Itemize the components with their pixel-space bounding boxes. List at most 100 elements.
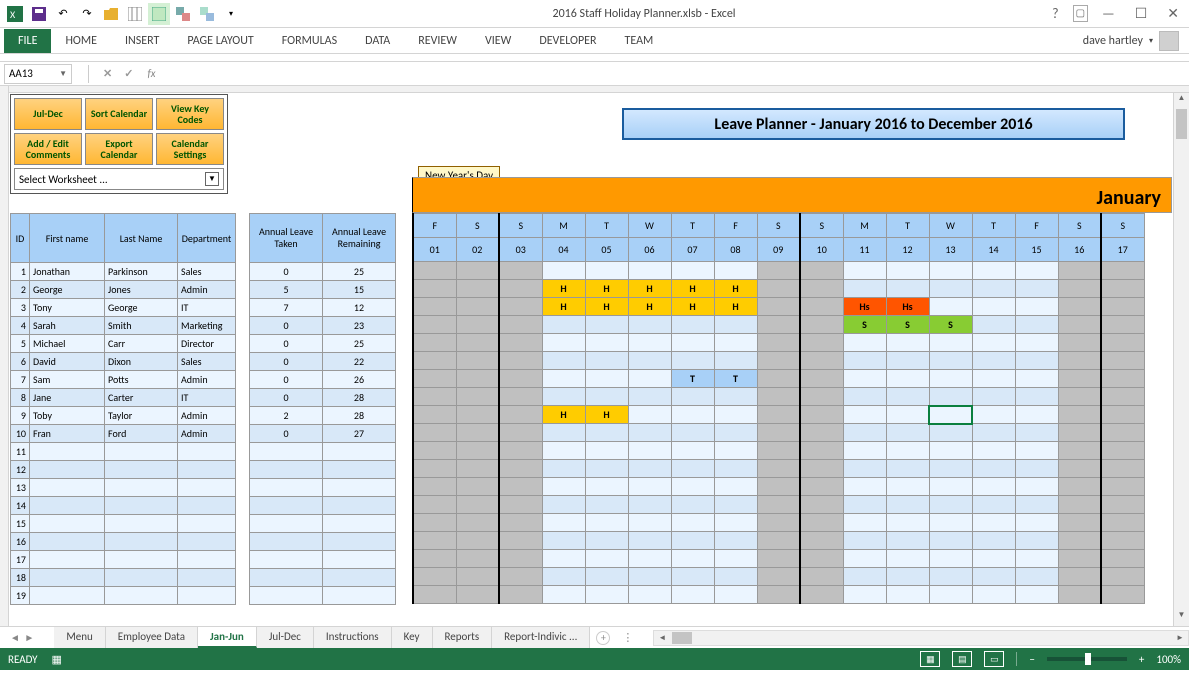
calendar-cell[interactable]	[886, 388, 929, 406]
calendar-cell[interactable]	[628, 460, 671, 478]
calendar-cell[interactable]	[456, 478, 499, 496]
table-row[interactable]: 025	[250, 335, 396, 353]
zoom-level[interactable]: 100%	[1156, 653, 1181, 666]
calendar-cell[interactable]	[929, 496, 972, 514]
calendar-cell[interactable]	[714, 334, 757, 352]
calendar-cell[interactable]	[499, 478, 542, 496]
ribbon-display-icon[interactable]: ▢	[1073, 5, 1088, 22]
calendar-cell[interactable]	[972, 442, 1015, 460]
calendar-cell[interactable]	[542, 352, 585, 370]
calendar-cell[interactable]	[413, 316, 456, 334]
calendar-cell[interactable]: S	[886, 316, 929, 334]
enter-icon[interactable]: ✓	[118, 67, 139, 80]
table-row[interactable]	[250, 587, 396, 605]
calendar-cell[interactable]	[800, 460, 843, 478]
calendar-cell[interactable]	[714, 262, 757, 280]
scroll-thumb[interactable]	[672, 632, 692, 644]
calendar-cell[interactable]	[542, 442, 585, 460]
calendar-cell[interactable]	[499, 586, 542, 604]
calendar-cell[interactable]	[714, 442, 757, 460]
calendar-cell[interactable]	[413, 586, 456, 604]
calendar-cell[interactable]	[456, 280, 499, 298]
day-header[interactable]: W	[628, 214, 671, 238]
calendar-cell[interactable]	[628, 568, 671, 586]
table-row[interactable]: 025	[250, 263, 396, 281]
zoom-slider[interactable]	[1047, 657, 1127, 661]
calendar-cell[interactable]	[714, 532, 757, 550]
calendar-cell[interactable]	[628, 496, 671, 514]
sheet-tab[interactable]: Employee Data	[106, 627, 198, 648]
calendar-cell[interactable]	[542, 334, 585, 352]
calendar-cell[interactable]	[843, 352, 886, 370]
calendar-cell[interactable]	[886, 568, 929, 586]
calendar-cell[interactable]: H	[628, 298, 671, 316]
calendar-grid[interactable]: FSSMTWTFSSMTWTFSS 0102030405060708091011…	[412, 213, 1145, 604]
undo-icon[interactable]: ↶	[52, 3, 74, 25]
calendar-cell[interactable]	[1058, 316, 1101, 334]
calendar-cell[interactable]	[886, 460, 929, 478]
calendar-cell[interactable]	[972, 406, 1015, 424]
calendar-cell[interactable]	[757, 334, 800, 352]
calendar-cell[interactable]	[1015, 586, 1058, 604]
calendar-cell[interactable]	[929, 352, 972, 370]
scroll-up-icon[interactable]: ▲	[1174, 93, 1189, 109]
calendar-cell[interactable]	[886, 280, 929, 298]
table-row[interactable]	[250, 533, 396, 551]
calendar-cell[interactable]	[1101, 460, 1144, 478]
col-leave-taken[interactable]: Annual Leave Taken	[250, 214, 323, 263]
tab-review[interactable]: REVIEW	[404, 29, 471, 53]
account-menu[interactable]: dave hartley ▾	[1083, 31, 1179, 51]
calendar-cell[interactable]	[628, 586, 671, 604]
formula-input[interactable]	[164, 64, 1189, 84]
calendar-cell[interactable]	[929, 460, 972, 478]
calendar-cell[interactable]	[456, 496, 499, 514]
table-row[interactable]: 12	[11, 461, 236, 479]
calendar-cell[interactable]	[1101, 370, 1144, 388]
table-row[interactable]: 2GeorgeJonesAdmin	[11, 281, 236, 299]
calendar-cell[interactable]	[456, 352, 499, 370]
table-row[interactable]: 228	[250, 407, 396, 425]
minimize-icon[interactable]: —	[1096, 5, 1121, 22]
table-row[interactable]	[250, 569, 396, 587]
col-id[interactable]: ID	[11, 214, 30, 263]
leave-totals-table[interactable]: Annual Leave Taken Annual Leave Remainin…	[249, 213, 396, 605]
calendar-row[interactable]: HHHHH	[413, 280, 1144, 298]
day-header[interactable]: M	[843, 214, 886, 238]
btn-add-edit-comments[interactable]: Add / Edit Comments	[14, 133, 82, 165]
calendar-cell[interactable]	[757, 478, 800, 496]
qa-icon-3[interactable]	[172, 3, 194, 25]
calendar-cell[interactable]: H	[585, 298, 628, 316]
cancel-icon[interactable]: ✕	[97, 67, 118, 80]
calendar-cell[interactable]	[499, 406, 542, 424]
table-row[interactable]: 022	[250, 353, 396, 371]
calendar-cell[interactable]	[886, 586, 929, 604]
row-headers[interactable]	[0, 86, 9, 626]
calendar-cell[interactable]	[757, 586, 800, 604]
view-page-break-icon[interactable]: ▭	[984, 651, 1004, 667]
calendar-cell[interactable]	[542, 388, 585, 406]
table-row[interactable]: 8JaneCarterIT	[11, 389, 236, 407]
calendar-cell[interactable]	[972, 478, 1015, 496]
calendar-cell[interactable]	[413, 262, 456, 280]
tab-view[interactable]: VIEW	[471, 29, 525, 53]
date-header[interactable]: 04	[542, 238, 585, 262]
table-row[interactable]: 16	[11, 533, 236, 551]
calendar-row[interactable]: HHHHHHsHs	[413, 298, 1144, 316]
calendar-cell[interactable]	[628, 424, 671, 442]
calendar-cell[interactable]	[1058, 280, 1101, 298]
calendar-cell[interactable]	[972, 316, 1015, 334]
calendar-cell[interactable]: S	[843, 316, 886, 334]
calendar-cell[interactable]	[671, 496, 714, 514]
calendar-cell[interactable]	[843, 334, 886, 352]
calendar-cell[interactable]	[800, 280, 843, 298]
calendar-cell[interactable]	[843, 568, 886, 586]
calendar-cell[interactable]	[886, 514, 929, 532]
calendar-cell[interactable]	[972, 424, 1015, 442]
calendar-cell[interactable]: H	[585, 406, 628, 424]
calendar-cell[interactable]: S	[929, 316, 972, 334]
table-row[interactable]: 5MichaelCarrDirector	[11, 335, 236, 353]
calendar-cell[interactable]	[542, 316, 585, 334]
calendar-cell[interactable]	[714, 424, 757, 442]
calendar-cell[interactable]	[456, 550, 499, 568]
calendar-cell[interactable]	[1058, 460, 1101, 478]
